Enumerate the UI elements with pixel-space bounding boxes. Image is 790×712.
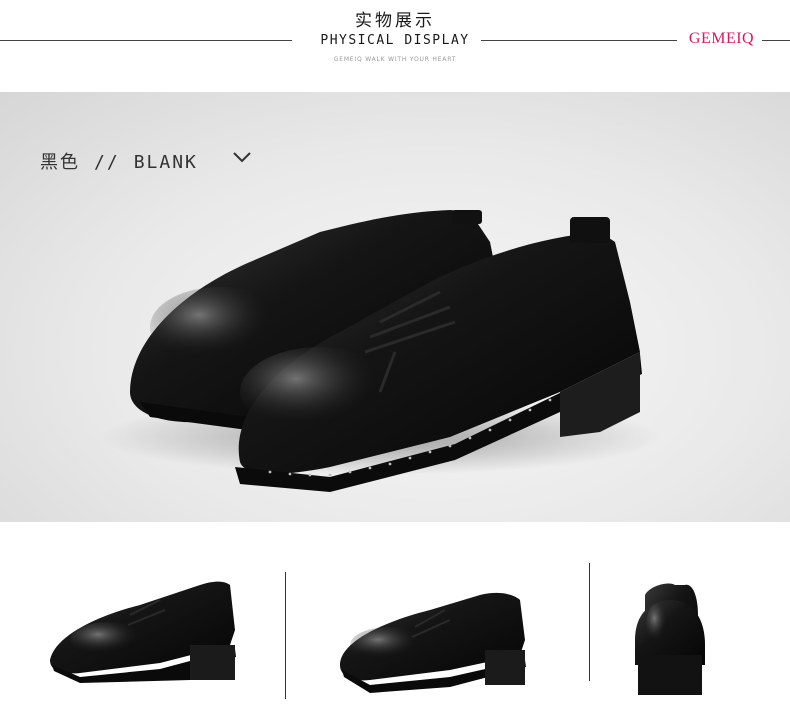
color-separator: // — [94, 152, 120, 173]
brand-logo: GEMEIQ — [688, 30, 755, 47]
divider-right — [762, 40, 790, 41]
tagline: GEMEIQ WALK WITH YOUR HEART — [333, 56, 457, 63]
thumb-divider-1 — [285, 572, 286, 699]
header: 实物展示 PHYSICAL DISPLAY GEMEIQ GEMEIQ WALK… — [0, 0, 790, 92]
color-name-cn: 黑色 — [40, 152, 80, 173]
thumbnail-front-view — [300, 545, 570, 712]
chevron-down-icon — [233, 152, 251, 163]
section-title-cn: 实物展示 — [355, 11, 435, 31]
color-name-en: BLANK — [133, 152, 198, 173]
thumbnail-back-view — [600, 545, 790, 712]
shoe-back-image — [635, 583, 705, 695]
divider-middle — [481, 40, 677, 41]
thumb-divider-2 — [589, 563, 590, 681]
shoe-front-angle-image — [340, 592, 526, 693]
hero-product-image: 黑色 // BLANK — [0, 92, 790, 522]
thumbnail-side-view — [40, 545, 275, 712]
color-label: 黑色 // BLANK — [40, 148, 198, 174]
shoe-side-image — [50, 581, 236, 683]
